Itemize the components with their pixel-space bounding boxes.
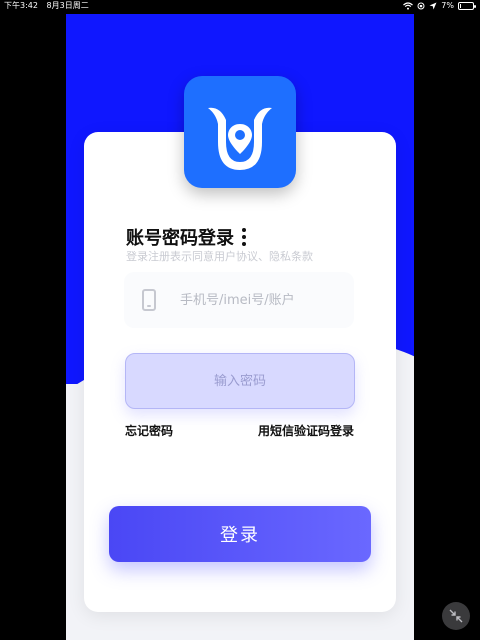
orientation-lock-icon xyxy=(417,2,425,10)
sms-login-link[interactable]: 用短信验证码登录 xyxy=(258,422,354,439)
title-row: 账号密码登录 xyxy=(126,224,246,250)
collapse-button[interactable] xyxy=(442,602,470,630)
login-button[interactable]: 登录 xyxy=(109,506,371,562)
phone-input[interactable] xyxy=(180,292,350,308)
password-input[interactable] xyxy=(126,354,354,408)
more-vertical-icon[interactable] xyxy=(242,228,246,246)
app-logo xyxy=(184,76,296,188)
agreement-notice: 登录注册表示同意用户协议、隐私条款 xyxy=(126,250,313,263)
status-bar-right: 7% xyxy=(403,0,476,12)
login-screen: 账号密码登录 登录注册表示同意用户协议、隐私条款 忘记密码 用短信验证码登录 登… xyxy=(66,14,414,640)
password-field[interactable] xyxy=(125,353,355,409)
phone-icon xyxy=(142,289,156,311)
battery-percent: 7% xyxy=(441,1,454,10)
forgot-password-link[interactable]: 忘记密码 xyxy=(125,422,173,439)
status-date: 8月3日周二 xyxy=(46,1,89,10)
location-pin-logo-icon xyxy=(208,107,272,170)
page-title: 账号密码登录 xyxy=(126,228,234,249)
collapse-arrows-icon xyxy=(449,609,463,623)
wifi-icon xyxy=(403,2,414,10)
battery-icon xyxy=(458,2,476,10)
status-bar-left: 下午3:42 8月3日周二 xyxy=(4,0,95,12)
location-arrow-icon xyxy=(429,2,437,10)
status-bar: 下午3:42 8月3日周二 7% xyxy=(0,0,480,12)
status-time: 下午3:42 xyxy=(4,1,38,10)
phone-field[interactable] xyxy=(124,272,354,328)
